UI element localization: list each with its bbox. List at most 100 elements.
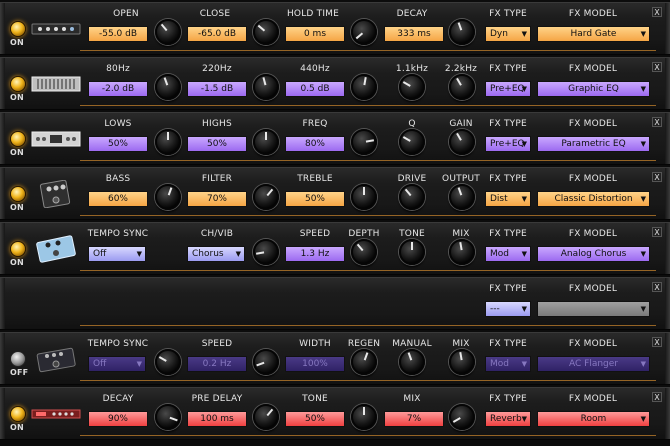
param-knob-decay[interactable] <box>155 404 181 430</box>
param-knob-speed[interactable] <box>253 239 279 265</box>
param-select-tempo-sync[interactable]: Off <box>88 356 146 372</box>
param-knob-hold-time[interactable] <box>351 19 377 45</box>
param-value-filter[interactable]: 70% <box>187 191 247 207</box>
fx-type-select[interactable]: Pre+EQ <box>485 81 531 97</box>
param-value-speed[interactable]: 0.2 Hz <box>187 356 247 372</box>
param-knob-mix[interactable] <box>449 349 475 375</box>
param-knob-lows[interactable] <box>155 129 181 155</box>
param-knob-open[interactable] <box>155 19 181 45</box>
param-knob-depth[interactable] <box>351 239 377 265</box>
fx-model-select[interactable]: Analog Chorus <box>537 246 650 262</box>
fx-type-select[interactable]: Mod <box>485 246 531 262</box>
rack-rail <box>80 105 656 106</box>
power-button[interactable] <box>10 21 26 37</box>
param-knob-1-1khz[interactable] <box>399 74 425 100</box>
param-value-treble[interactable]: 50% <box>285 191 345 207</box>
param-knob-regen[interactable] <box>351 349 377 375</box>
param-knob-440hz[interactable] <box>351 74 377 100</box>
param-value-speed[interactable]: 1.3 Hz <box>285 246 345 262</box>
fx-model-select[interactable]: Graphic EQ <box>537 81 650 97</box>
close-slot-button[interactable]: X <box>652 227 662 237</box>
param-knob-gain[interactable] <box>449 129 475 155</box>
fx-model-select[interactable] <box>537 301 650 317</box>
close-slot-button[interactable]: X <box>652 172 662 182</box>
fx-model-select[interactable]: Hard Gate <box>537 26 650 42</box>
param-label-tempo-sync: TEMPO SYNC <box>87 229 149 239</box>
fx-model-select[interactable]: Room <box>537 411 650 427</box>
fx-type-label: FX TYPE <box>489 284 527 294</box>
param-knob-highs[interactable] <box>253 129 279 155</box>
param-value-tone[interactable]: 50% <box>285 411 345 427</box>
close-slot-button[interactable]: X <box>652 392 662 402</box>
power-button[interactable] <box>10 351 26 367</box>
param-value-80hz[interactable]: -2.0 dB <box>88 81 148 97</box>
fx-model-select[interactable]: AC Flanger <box>537 356 650 372</box>
param-label-close: CLOSE <box>199 9 231 19</box>
param-knob-tone[interactable] <box>351 404 377 430</box>
param-label-drive: DRIVE <box>397 174 427 184</box>
graphic-eq-icon <box>31 76 81 92</box>
param-value-freq[interactable]: 80% <box>285 136 345 152</box>
fx-type-select[interactable]: Reverb <box>485 411 531 427</box>
close-slot-button[interactable]: X <box>652 337 662 347</box>
fx-type-select[interactable]: Pre+EQ <box>485 136 531 152</box>
param-knob-pre-delay[interactable] <box>253 404 279 430</box>
power-button[interactable] <box>10 406 26 422</box>
param-knob-output[interactable] <box>449 184 475 210</box>
param-value-pre-delay[interactable]: 100 ms <box>187 411 247 427</box>
param-value-decay[interactable]: 90% <box>88 411 148 427</box>
param-label-speed: SPEED <box>299 229 331 239</box>
param-value-220hz[interactable]: -1.5 dB <box>187 81 247 97</box>
power-button[interactable] <box>10 186 26 202</box>
param-value-mix[interactable]: 7% <box>384 411 444 427</box>
flanger-pedal-icon <box>36 347 76 373</box>
param-knob-tone[interactable] <box>399 239 425 265</box>
fx-type-select[interactable]: --- <box>485 301 531 317</box>
fx-type-select[interactable]: Dyn <box>485 26 531 42</box>
power-button[interactable] <box>10 76 26 92</box>
param-select-ch-vib[interactable]: Chorus <box>187 246 245 262</box>
param-knob-drive[interactable] <box>399 184 425 210</box>
param-knob-decay[interactable] <box>449 19 475 45</box>
param-knob-80hz[interactable] <box>155 74 181 100</box>
param-knob-speed[interactable] <box>253 349 279 375</box>
fx-type-select[interactable]: Mod <box>485 356 531 372</box>
fx-model-select[interactable]: Classic Distortion <box>537 191 650 207</box>
param-value-width[interactable]: 100% <box>285 356 345 372</box>
fx-type-select[interactable]: Dist <box>485 191 531 207</box>
param-value-440hz[interactable]: 0.5 dB <box>285 81 345 97</box>
param-label-mix: MIX <box>403 394 421 404</box>
close-slot-button[interactable]: X <box>652 117 662 127</box>
param-knob-bass[interactable] <box>155 184 181 210</box>
param-knob-220hz[interactable] <box>253 74 279 100</box>
close-slot-button[interactable]: X <box>652 62 662 72</box>
power-state-label: ON <box>10 38 24 47</box>
param-label-q: Q <box>408 119 416 129</box>
param-knob-manual[interactable] <box>399 349 425 375</box>
param-select-tempo-sync[interactable]: Off <box>88 246 146 262</box>
param-value-bass[interactable]: 60% <box>88 191 148 207</box>
param-value-close[interactable]: -65.0 dB <box>187 26 247 42</box>
fx-rack: ON OPEN -55.0 dB CLOSE -65.0 dB HOLD TIM… <box>0 0 670 446</box>
param-knob-tempo[interactable] <box>155 349 181 375</box>
param-knob-close[interactable] <box>253 19 279 45</box>
param-value-lows[interactable]: 50% <box>88 136 148 152</box>
param-knob-mix[interactable] <box>449 239 475 265</box>
param-knob-filter[interactable] <box>253 184 279 210</box>
power-button[interactable] <box>10 241 26 257</box>
param-knob-freq[interactable] <box>351 129 377 155</box>
close-slot-button[interactable]: X <box>652 7 662 17</box>
param-label-1-1khz: 1.1kHz <box>395 64 429 74</box>
fx-model-select[interactable]: Parametric EQ <box>537 136 650 152</box>
param-value-decay[interactable]: 333 ms <box>384 26 444 42</box>
param-knob-treble[interactable] <box>351 184 377 210</box>
param-knob-mix[interactable] <box>449 404 475 430</box>
rack-rail <box>80 160 656 161</box>
param-knob-2-2khz[interactable] <box>449 74 475 100</box>
param-value-highs[interactable]: 50% <box>187 136 247 152</box>
param-knob-q[interactable] <box>399 129 425 155</box>
power-button[interactable] <box>10 131 26 147</box>
param-value-open[interactable]: -55.0 dB <box>88 26 148 42</box>
close-slot-button[interactable]: X <box>652 282 662 292</box>
param-value-hold-time[interactable]: 0 ms <box>285 26 345 42</box>
